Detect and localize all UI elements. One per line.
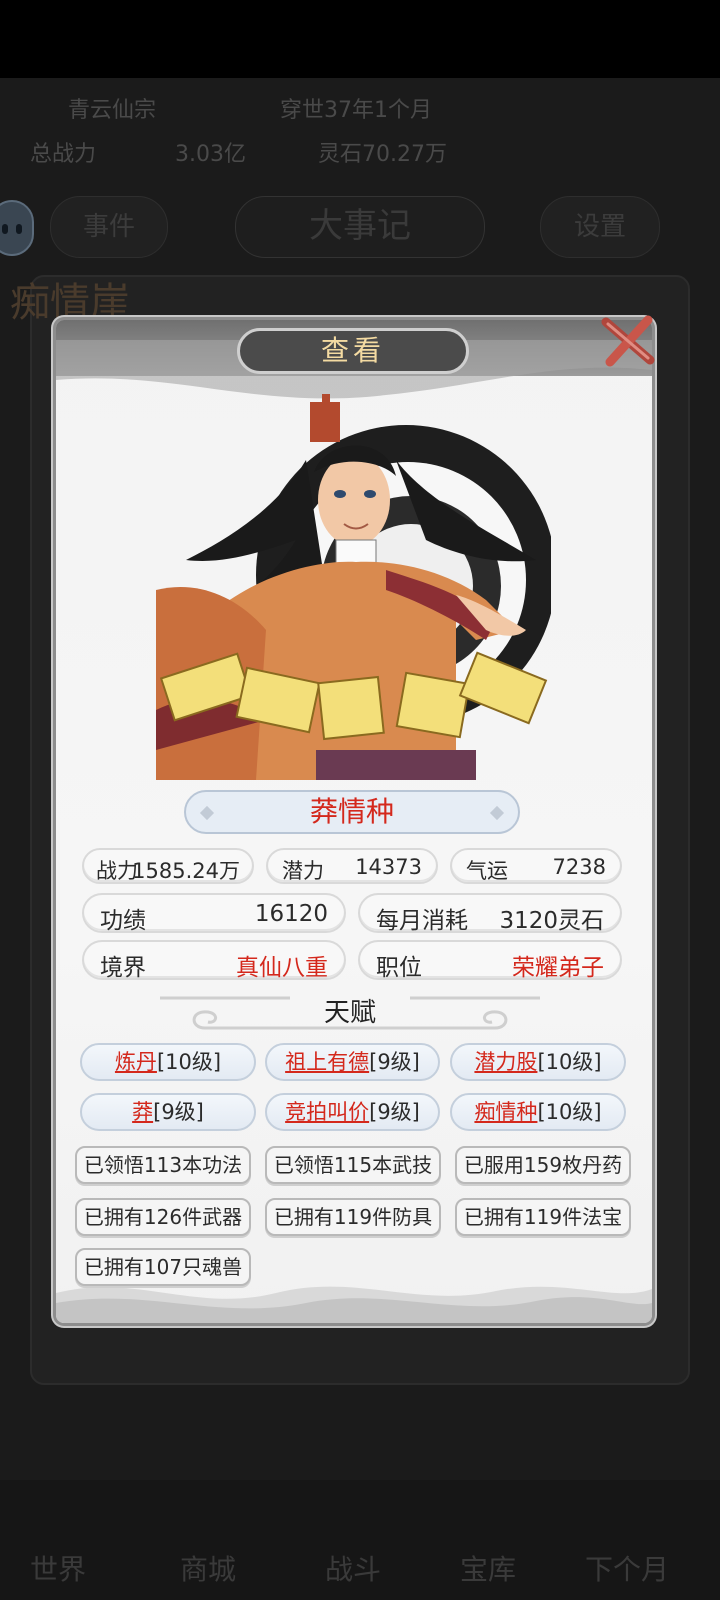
nav-shop[interactable]: 商城 bbox=[180, 1548, 236, 1588]
diamond-icon bbox=[199, 805, 215, 821]
stat-merit: 功绩 16120 bbox=[82, 893, 346, 934]
talent-chip[interactable]: 莽[9级] bbox=[80, 1093, 256, 1131]
talent-section-header: 天赋 bbox=[150, 990, 550, 1036]
talent-chip[interactable]: 炼丹[10级] bbox=[80, 1043, 256, 1081]
sect-name: 青云仙宗 bbox=[68, 98, 157, 123]
total-power-value: 3.03亿 bbox=[175, 142, 246, 167]
talent-chip[interactable]: 潜力股[10级] bbox=[450, 1043, 626, 1081]
talent-chip[interactable]: 竞拍叫价[9级] bbox=[265, 1093, 440, 1131]
achievement-badge: 已领悟113本功法 bbox=[75, 1146, 251, 1184]
total-power-label: 总战力 bbox=[30, 142, 97, 167]
tab-chronicle[interactable]: 大事记 bbox=[235, 196, 485, 258]
talent-section-title: 天赋 bbox=[323, 998, 376, 1028]
achievement-badge: 已拥有119件防具 bbox=[265, 1198, 441, 1236]
achievement-badge: 已拥有107只魂兽 bbox=[75, 1248, 251, 1286]
bottom-nav: 世界 商城 战斗 宝库 下个月 bbox=[0, 1480, 720, 1600]
sect-info-row: 青云仙宗 穿世37年1个月 bbox=[0, 84, 720, 126]
stat-realm: 境界 真仙八重 bbox=[82, 940, 346, 981]
diamond-icon bbox=[489, 805, 505, 821]
stat-position: 职位 荣耀弟子 bbox=[358, 940, 622, 981]
achievement-badge: 已拥有119件法宝 bbox=[455, 1198, 631, 1236]
nav-next-month[interactable]: 下个月 bbox=[585, 1548, 669, 1588]
avatar[interactable] bbox=[0, 200, 34, 256]
achievement-badge: 已领悟115本武技 bbox=[265, 1146, 441, 1184]
nav-world[interactable]: 世界 bbox=[30, 1548, 86, 1588]
stat-luck: 气运 7238 bbox=[450, 848, 622, 884]
character-name-banner: 莽情种 bbox=[184, 790, 520, 834]
spirit-stone-text: 灵石70.27万 bbox=[318, 142, 447, 167]
close-icon[interactable] bbox=[598, 312, 658, 372]
nav-treasury[interactable]: 宝库 bbox=[460, 1548, 516, 1588]
time-text: 穿世37年1个月 bbox=[280, 98, 432, 123]
achievement-badge: 已服用159枚丹药 bbox=[455, 1146, 631, 1184]
nav-battle[interactable]: 战斗 bbox=[325, 1548, 381, 1588]
character-name: 莽情种 bbox=[309, 795, 394, 828]
talent-chip[interactable]: 痴情种[10级] bbox=[450, 1093, 626, 1131]
stat-monthly-cost: 每月消耗 3120灵石 bbox=[358, 893, 622, 934]
tab-settings[interactable]: 设置 bbox=[540, 196, 660, 258]
power-info-row: 总战力 3.03亿 灵石70.27万 bbox=[0, 128, 720, 170]
stat-combat-power: 战力 1585.24万 bbox=[82, 848, 254, 884]
tab-events[interactable]: 事件 bbox=[50, 196, 168, 258]
achievement-badge: 已拥有126件武器 bbox=[75, 1198, 251, 1236]
character-portrait bbox=[156, 394, 551, 780]
stat-potential: 潜力 14373 bbox=[266, 848, 438, 884]
status-bar bbox=[0, 0, 720, 78]
talent-chip[interactable]: 祖上有德[9级] bbox=[265, 1043, 440, 1081]
modal-title: 查看 bbox=[237, 328, 469, 374]
